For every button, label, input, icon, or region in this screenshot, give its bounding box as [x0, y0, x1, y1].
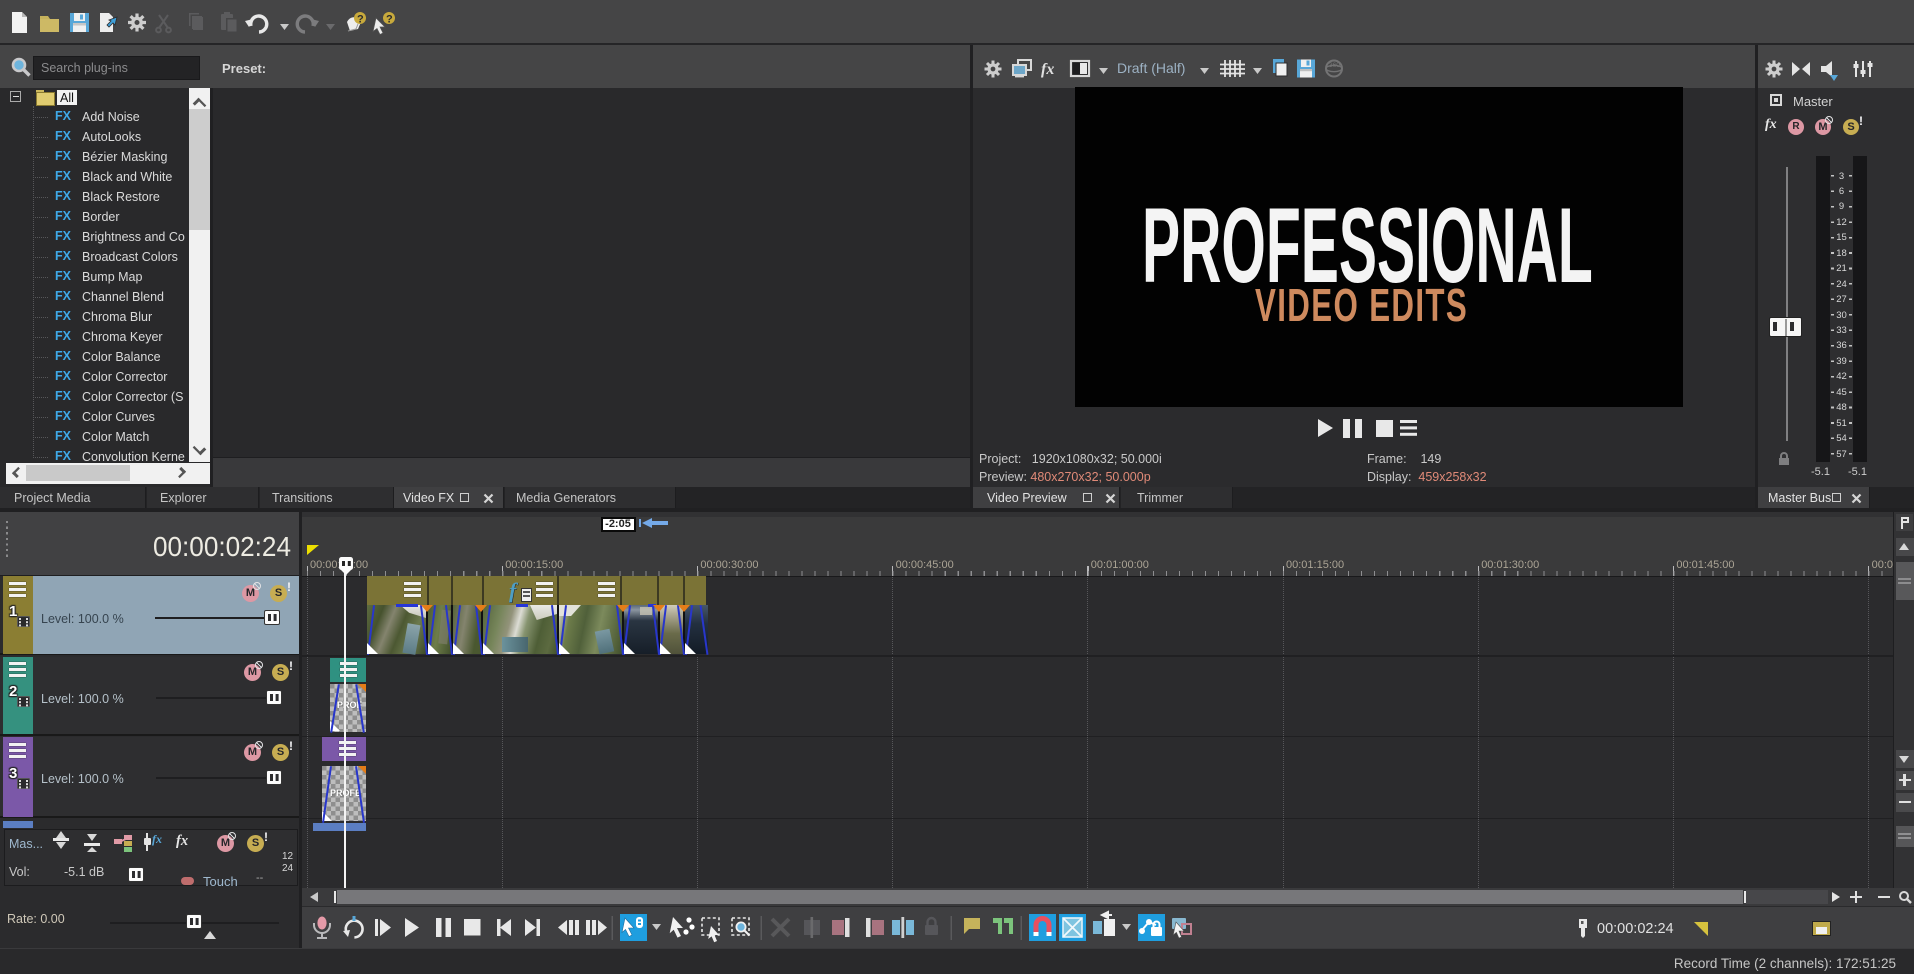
svg-text:360: 360	[1329, 62, 1340, 69]
svg-text:?: ?	[386, 14, 393, 26]
svg-text:fx: fx	[1041, 61, 1054, 78]
svg-text:?: ?	[357, 14, 364, 26]
